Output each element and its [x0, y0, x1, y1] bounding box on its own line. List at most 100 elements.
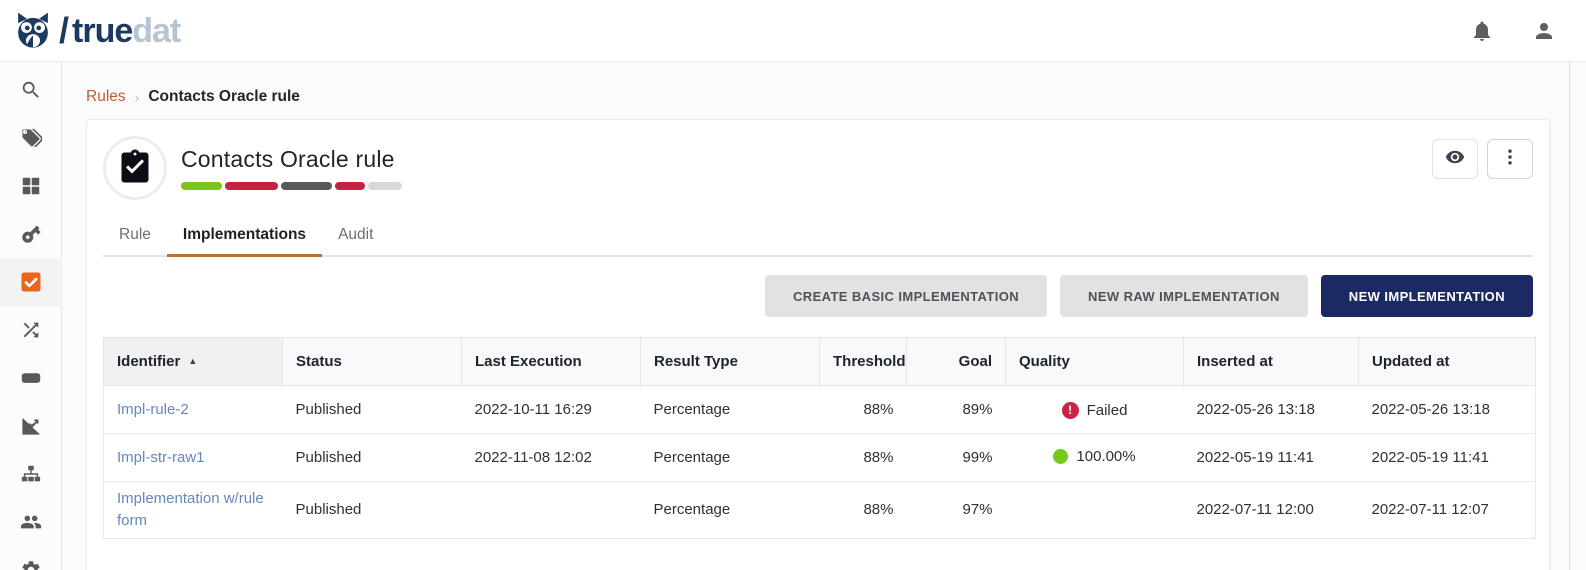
cell-result-type: Percentage	[641, 434, 820, 482]
breadcrumb-rules-link[interactable]: Rules	[86, 88, 126, 106]
cell-updated-at: 2022-07-11 12:07	[1359, 482, 1536, 539]
cell-threshold: 88%	[820, 386, 907, 434]
quality-summary-bar	[181, 182, 402, 190]
cell-status: Published	[283, 434, 462, 482]
eye-icon	[1445, 147, 1465, 172]
view-permissions-button[interactable]	[1432, 139, 1478, 179]
cell-inserted-at: 2022-07-11 12:00	[1184, 482, 1359, 539]
column-header-last-execution[interactable]: Last Execution	[462, 338, 641, 386]
notifications-bell-icon[interactable]	[1470, 19, 1494, 43]
cell-last-execution: 2022-11-08 12:02	[462, 434, 641, 482]
clipboard-check-icon	[117, 148, 153, 189]
cell-last-execution	[462, 482, 641, 539]
page-title: Contacts Oracle rule	[181, 146, 402, 173]
cell-updated-at: 2022-05-19 11:41	[1359, 434, 1536, 482]
cell-goal: 99%	[907, 434, 1006, 482]
sidebar-item-structures[interactable]	[0, 450, 62, 498]
breadcrumb: Rules › Contacts Oracle rule	[86, 88, 1586, 106]
cell-goal: 97%	[907, 482, 1006, 539]
logo-slash: /	[59, 10, 69, 52]
cell-result-type: Percentage	[641, 386, 820, 434]
rule-card: Contacts Oracle rule R	[86, 119, 1550, 570]
quality-success-icon	[1053, 449, 1068, 464]
cell-threshold: 88%	[820, 434, 907, 482]
rules-check-icon	[19, 270, 43, 294]
sitemap-icon	[20, 463, 42, 485]
more-actions-button[interactable]	[1487, 139, 1533, 179]
sidebar-item-quality-rules[interactable]	[0, 258, 62, 306]
cell-last-execution: 2022-10-11 16:29	[462, 386, 641, 434]
sidebar-item-settings[interactable]	[0, 546, 62, 570]
sidebar	[0, 62, 62, 570]
quality-segment-2	[281, 182, 332, 190]
tab-implementations[interactable]: Implementations	[167, 226, 322, 257]
kebab-menu-icon	[1500, 147, 1520, 172]
sidebar-item-search[interactable]	[0, 66, 62, 114]
table-row: Implementation w/rule formPublishedPerce…	[104, 482, 1536, 539]
rule-avatar	[103, 136, 167, 200]
cell-threshold: 88%	[820, 482, 907, 539]
tab-bar: RuleImplementationsAudit	[103, 226, 1533, 257]
sidebar-item-lineage[interactable]	[0, 306, 62, 354]
shuffle-icon	[20, 319, 42, 341]
quality-segment-4	[368, 182, 402, 190]
sidebar-item-groups[interactable]	[0, 498, 62, 546]
new-implementation-button[interactable]: NEW IMPLEMENTATION	[1321, 275, 1533, 317]
gear-icon	[20, 559, 42, 570]
scrollbar-track[interactable]	[1569, 62, 1570, 570]
quality-label: 100.00%	[1076, 448, 1135, 465]
tags-icon	[20, 127, 42, 149]
user-profile-icon[interactable]	[1532, 19, 1556, 43]
content-area: Rules › Contacts Oracle rule Contacts Or…	[62, 62, 1586, 570]
key-icon	[20, 223, 42, 245]
quality-label: Failed	[1087, 402, 1128, 419]
column-header-threshold[interactable]: Threshold	[820, 338, 907, 386]
quality-segment-0	[181, 182, 222, 190]
create-basic-implementation-button[interactable]: CREATE BASIC IMPLEMENTATION	[765, 275, 1047, 317]
breadcrumb-current: Contacts Oracle rule	[148, 88, 300, 106]
sidebar-item-keys[interactable]	[0, 210, 62, 258]
cell-quality: 100.00%	[1006, 434, 1184, 482]
drive-icon	[20, 367, 42, 389]
column-header-updated-at[interactable]: Updated at	[1359, 338, 1536, 386]
new-raw-implementation-button[interactable]: NEW RAW IMPLEMENTATION	[1060, 275, 1308, 317]
tab-rule[interactable]: Rule	[103, 226, 167, 257]
truedat-logo[interactable]: / truedat	[12, 10, 180, 52]
grid-icon	[20, 175, 42, 197]
sidebar-item-sources[interactable]	[0, 354, 62, 402]
topbar: / truedat	[0, 0, 1586, 62]
cell-quality: ! Failed	[1006, 386, 1184, 434]
implementation-link[interactable]: Impl-str-raw1	[117, 449, 205, 466]
cell-status: Published	[283, 482, 462, 539]
sidebar-item-tags[interactable]	[0, 114, 62, 162]
tab-audit[interactable]: Audit	[322, 226, 389, 257]
sidebar-item-charts[interactable]	[0, 402, 62, 450]
search-icon	[20, 79, 42, 101]
quality-failed-icon: !	[1062, 402, 1079, 419]
column-header-inserted-at[interactable]: Inserted at	[1184, 338, 1359, 386]
column-header-identifier[interactable]: Identifier▲	[104, 338, 283, 386]
column-header-goal[interactable]: Goal	[907, 338, 1006, 386]
implementation-toolbar: CREATE BASIC IMPLEMENTATION NEW RAW IMPL…	[103, 275, 1533, 317]
implementation-link[interactable]: Impl-rule-2	[117, 401, 189, 418]
cell-quality	[1006, 482, 1184, 539]
column-header-status[interactable]: Status	[283, 338, 462, 386]
sidebar-item-dashboards[interactable]	[0, 162, 62, 210]
implementations-table: Identifier▲StatusLast ExecutionResult Ty…	[103, 337, 1536, 539]
breadcrumb-separator: ›	[135, 89, 140, 105]
sort-asc-icon: ▲	[188, 356, 197, 366]
cell-inserted-at: 2022-05-26 13:18	[1184, 386, 1359, 434]
table-row: Impl-rule-2 Published2022-10-11 16:29Perc…	[104, 386, 1536, 434]
cell-updated-at: 2022-05-26 13:18	[1359, 386, 1536, 434]
table-row: Impl-str-raw1 Published2022-11-08 12:02Pe…	[104, 434, 1536, 482]
column-header-quality[interactable]: Quality	[1006, 338, 1184, 386]
column-header-result-type[interactable]: Result Type	[641, 338, 820, 386]
owl-logo-icon	[12, 10, 54, 52]
quality-segment-1	[225, 182, 278, 190]
implementation-link[interactable]: Implementation w/rule form	[117, 490, 264, 529]
users-icon	[20, 511, 42, 533]
cell-inserted-at: 2022-05-19 11:41	[1184, 434, 1359, 482]
cell-goal: 89%	[907, 386, 1006, 434]
cell-status: Published	[283, 386, 462, 434]
logo-wordmark: truedat	[72, 14, 180, 48]
